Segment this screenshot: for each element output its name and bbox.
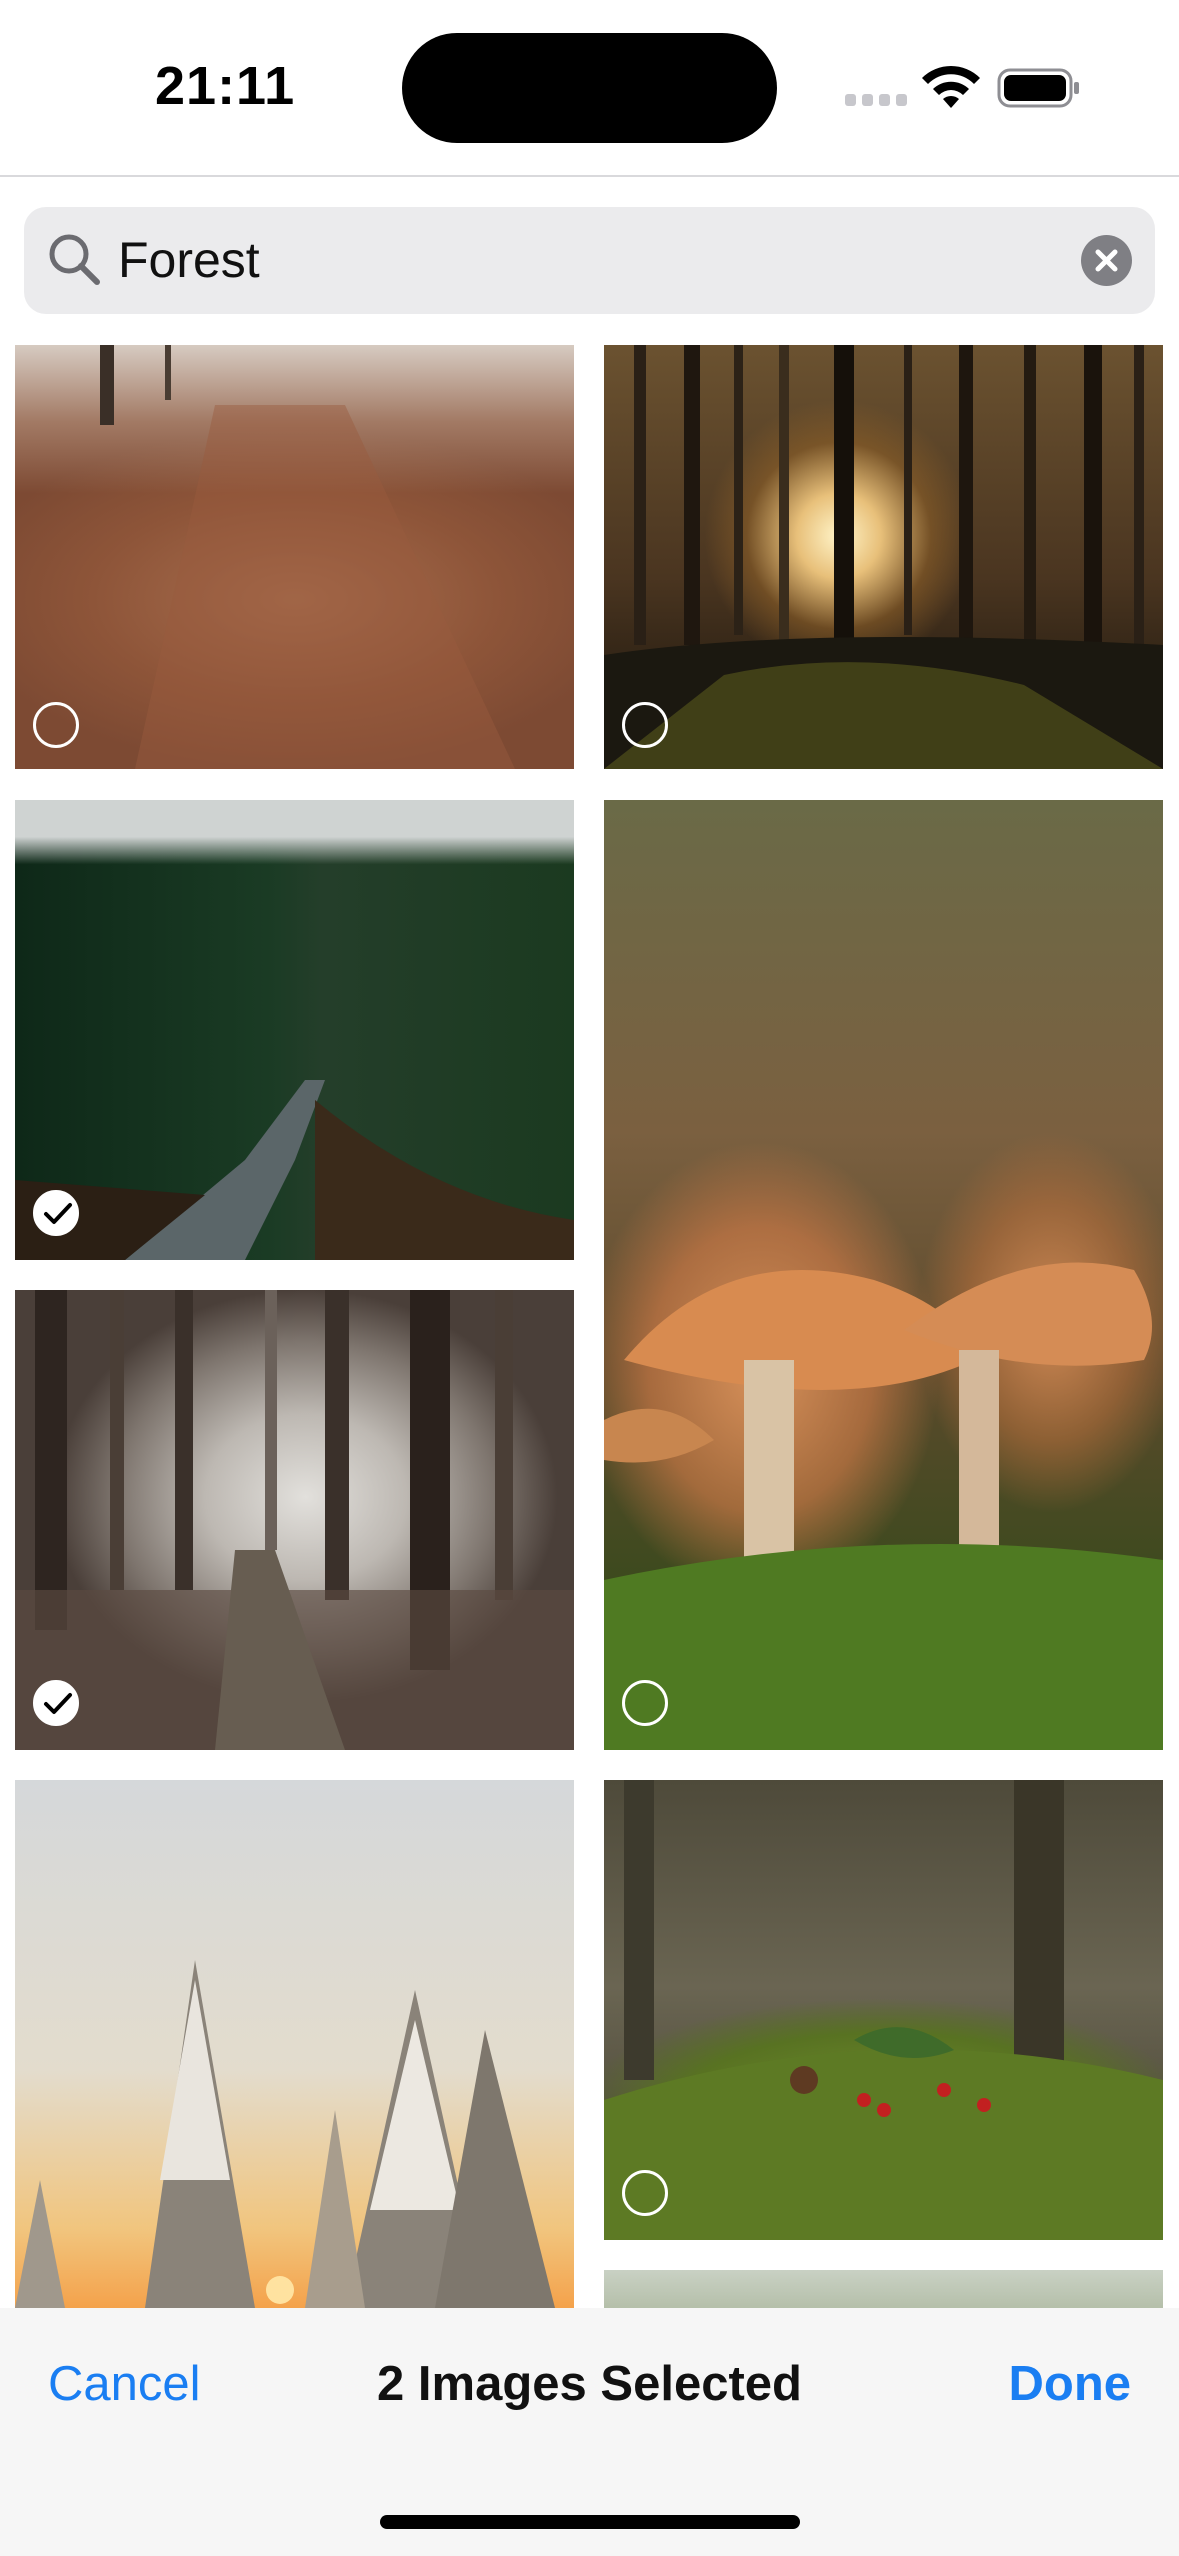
selection-circle[interactable] xyxy=(622,1680,668,1726)
battery-icon xyxy=(997,68,1079,108)
photo-tile[interactable] xyxy=(604,1780,1163,2240)
done-button[interactable]: Done xyxy=(1009,2356,1132,2412)
home-indicator[interactable] xyxy=(380,2515,800,2529)
selection-checkmark[interactable] xyxy=(33,1680,79,1726)
selection-checkmark[interactable] xyxy=(33,1190,79,1236)
dynamic-island xyxy=(402,33,777,143)
photo-image xyxy=(604,1780,1163,2240)
photo-image xyxy=(604,1262,1163,1750)
search-icon xyxy=(49,234,100,285)
search-bar[interactable] xyxy=(24,207,1155,314)
photo-tile[interactable] xyxy=(604,2270,1163,2308)
status-bar: 21:11 xyxy=(0,0,1179,175)
photo-image xyxy=(100,345,515,769)
photo-image xyxy=(15,1080,574,1260)
selection-circle[interactable] xyxy=(622,2170,668,2216)
photo-grid[interactable] xyxy=(0,345,1179,2308)
photo-tile[interactable] xyxy=(15,800,574,1260)
photo-image xyxy=(15,1960,555,2308)
photo-tile[interactable] xyxy=(15,1290,574,1750)
selection-circle[interactable] xyxy=(622,702,668,748)
photo-image xyxy=(15,1290,574,1750)
photo-tile[interactable] xyxy=(15,345,574,769)
photo-tile[interactable] xyxy=(604,345,1163,769)
checkmark-icon xyxy=(44,1693,72,1714)
cellular-signal-icon xyxy=(845,94,907,108)
header-divider xyxy=(0,175,1179,177)
wifi-icon xyxy=(922,65,980,108)
search-input[interactable] xyxy=(118,225,1018,295)
close-icon xyxy=(1095,249,1118,272)
status-time: 21:11 xyxy=(155,56,296,116)
clear-search-button[interactable] xyxy=(1081,235,1132,286)
photo-tile[interactable] xyxy=(604,800,1163,1750)
photo-image xyxy=(604,345,1163,769)
selection-count-title: 2 Images Selected xyxy=(377,2357,802,2411)
selection-circle[interactable] xyxy=(33,702,79,748)
checkmark-icon xyxy=(44,1203,72,1224)
photo-tile[interactable] xyxy=(15,1780,574,2308)
